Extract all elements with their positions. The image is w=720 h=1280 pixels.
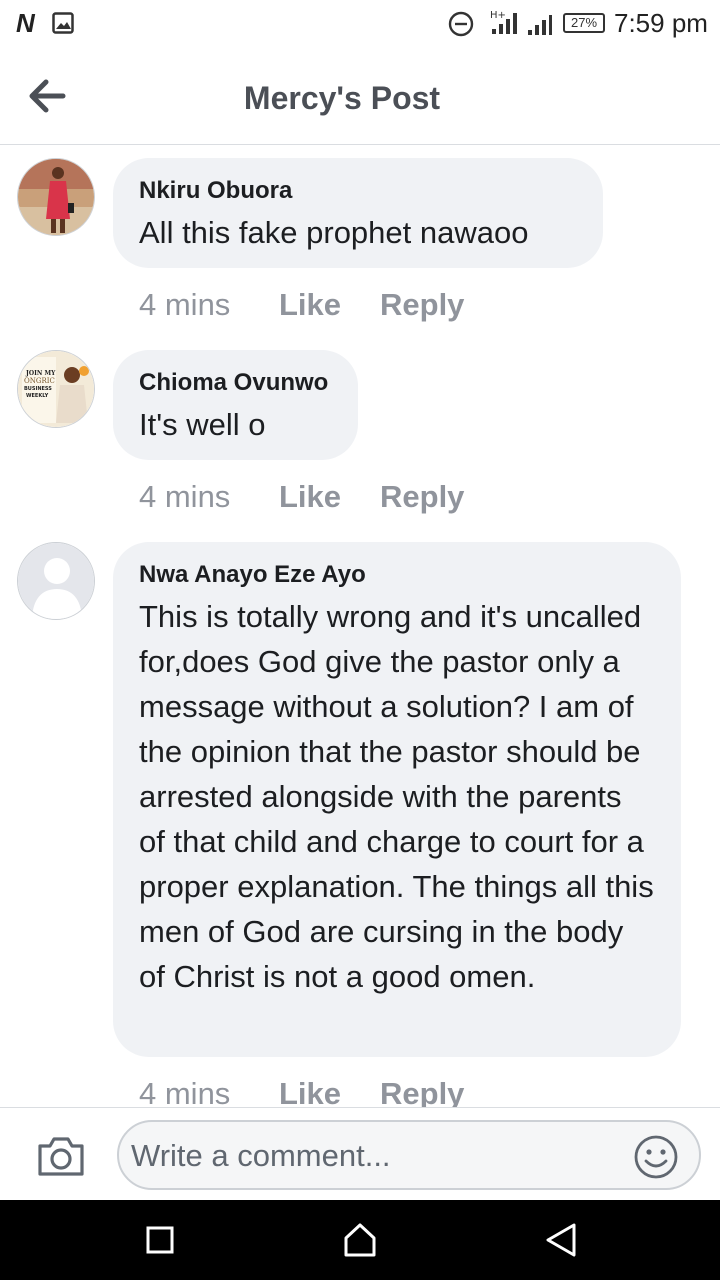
profile-photo-icon — [18, 159, 94, 235]
comment-actions: 4 mins Like Reply — [139, 285, 479, 325]
comment-timestamp: 4 mins — [139, 479, 231, 514]
avatar-chioma[interactable]: JOIN MY ONGRIC BUSINESS WEEKLY — [17, 350, 95, 428]
comment-bubble: Nwa Anayo Eze Ayo This is totally wrong … — [113, 542, 681, 1057]
reply-button[interactable]: Reply — [380, 285, 464, 325]
camera-icon[interactable] — [36, 1134, 86, 1178]
svg-text:BUSINESS: BUSINESS — [24, 386, 52, 392]
like-button[interactable]: Like — [279, 477, 341, 517]
comment-timestamp: 4 mins — [139, 1076, 231, 1107]
profile-photo-icon: JOIN MY ONGRIC BUSINESS WEEKLY — [18, 351, 94, 427]
comment-composer: Write a comment... — [0, 1107, 720, 1201]
comment-actions: 4 mins Like Reply — [139, 477, 479, 517]
comment-text: It's well o — [139, 407, 266, 442]
comment-actions: 4 mins Like Reply — [139, 1074, 479, 1107]
comment-bubble: Nkiru Obuora All this fake prophet nawao… — [113, 158, 603, 268]
app-bar: Mercy's Post — [0, 48, 720, 145]
avatar-nkiru[interactable] — [17, 158, 95, 236]
image-notification-icon — [52, 12, 74, 34]
svg-text:JOIN MY: JOIN MY — [25, 370, 56, 377]
default-profile-icon — [18, 543, 94, 619]
system-navigation-bar — [0, 1200, 720, 1280]
home-icon[interactable] — [342, 1222, 378, 1258]
comment-text: This is totally wrong and it's uncalled … — [139, 599, 654, 994]
like-button[interactable]: Like — [279, 285, 341, 325]
reply-button[interactable]: Reply — [380, 1074, 464, 1107]
avatar-nwa-anayo[interactable] — [17, 542, 95, 620]
back-triangle-icon[interactable] — [544, 1222, 578, 1258]
do-not-disturb-icon — [448, 11, 474, 37]
like-button[interactable]: Like — [279, 1074, 341, 1107]
comment-author[interactable]: Nwa Anayo Eze Ayo — [139, 560, 655, 590]
comment-author[interactable]: Chioma Ovunwo — [139, 368, 332, 398]
battery-indicator: 27% — [563, 13, 605, 33]
recent-apps-icon[interactable] — [146, 1226, 174, 1254]
comment-list: Nkiru Obuora All this fake prophet nawao… — [0, 145, 720, 1107]
svg-text:ONGRIC: ONGRIC — [24, 377, 55, 385]
comment-input[interactable]: Write a comment... — [117, 1120, 701, 1190]
comment-text: All this fake prophet nawaoo — [139, 215, 529, 250]
smiley-icon[interactable] — [633, 1134, 679, 1180]
page-title: Mercy's Post — [243, 80, 441, 116]
signal-strength-icon — [528, 15, 552, 35]
app-notification-n-icon: N — [16, 8, 35, 38]
status-bar: N H+ 27% 7:59 pm — [0, 0, 720, 48]
clock: 7:59 pm — [614, 8, 708, 38]
comment-input-placeholder: Write a comment... — [131, 1138, 391, 1173]
svg-text:WEEKLY: WEEKLY — [26, 393, 49, 399]
svg-text:H+: H+ — [490, 10, 506, 21]
reply-button[interactable]: Reply — [380, 477, 464, 517]
comment-bubble: Chioma Ovunwo It's well o — [113, 350, 358, 460]
signal-hplus-icon: H+ — [490, 10, 517, 34]
comment-author[interactable]: Nkiru Obuora — [139, 176, 577, 206]
comment-timestamp: 4 mins — [139, 287, 231, 322]
